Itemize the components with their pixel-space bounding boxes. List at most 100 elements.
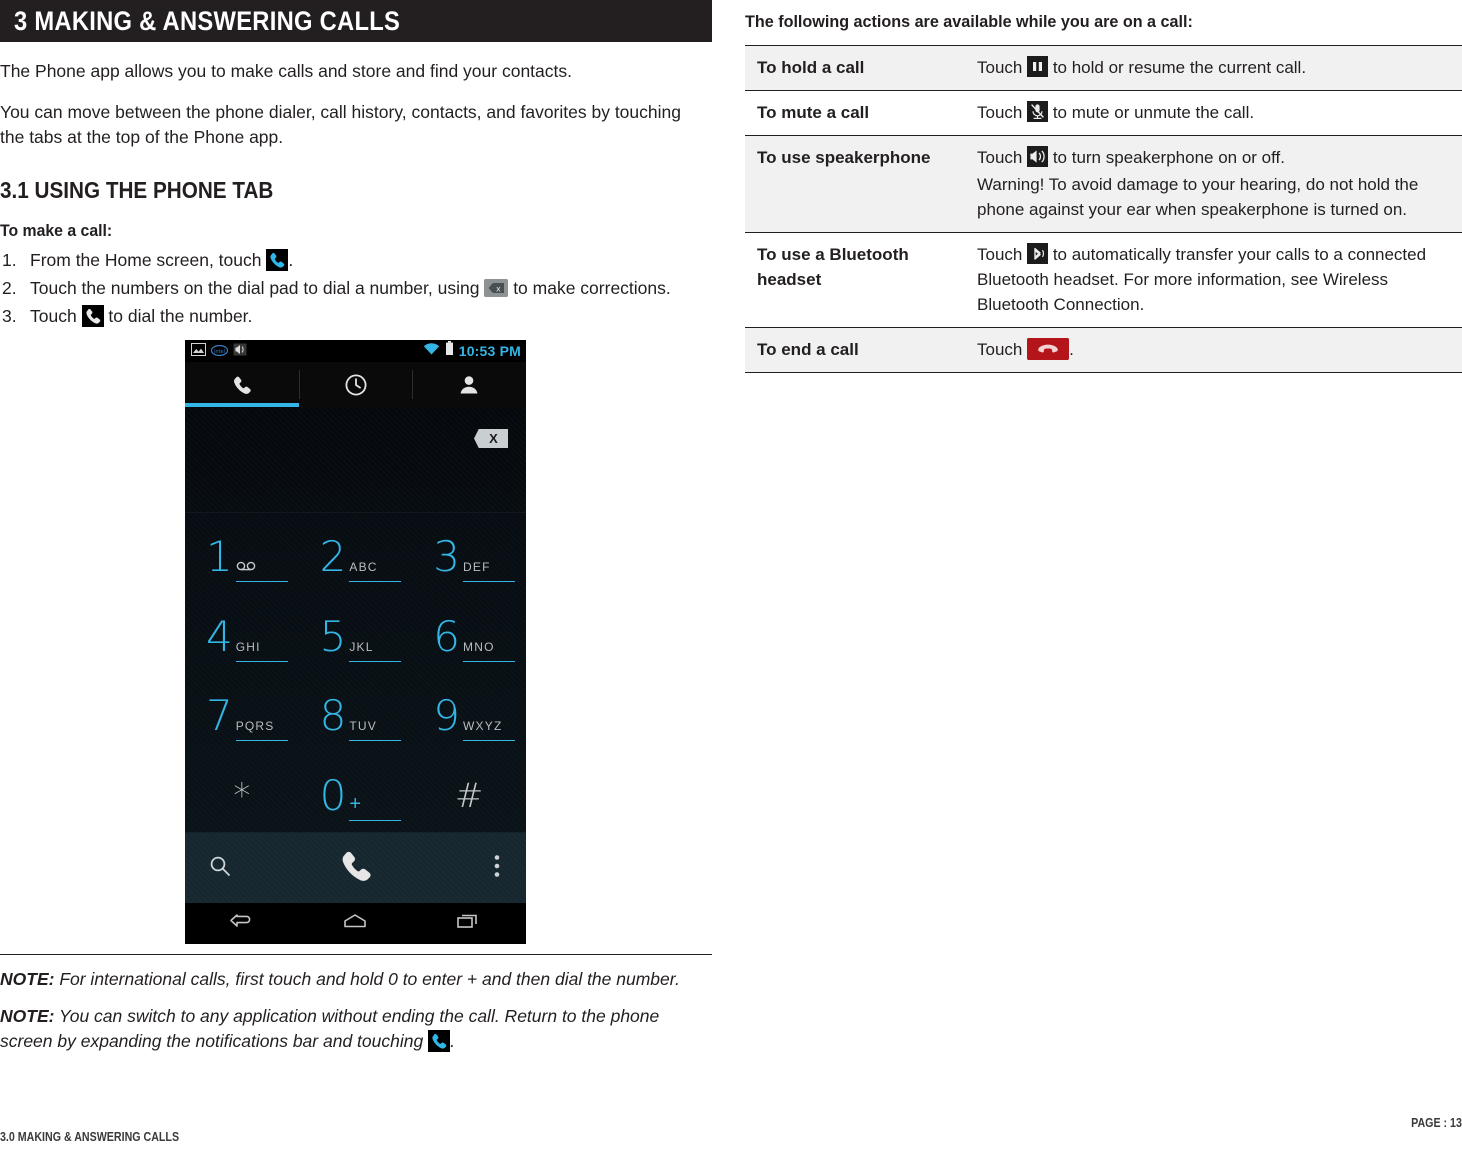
key-underline — [463, 740, 516, 742]
row-term: To hold a call — [745, 45, 977, 91]
row-term: To mute a call — [757, 103, 870, 122]
dial-key-7[interactable]: 7 PQRS — [185, 673, 299, 753]
key-underline — [349, 580, 402, 582]
dial-pad: 1 2 ABC 3 DEF 4 GHI 5 JKL 6 MNO 7 PQRS 8 TUV 9W… — [185, 513, 526, 833]
key-digit: 6 — [433, 611, 461, 661]
key-digit: 5 — [319, 611, 347, 661]
battery-icon — [445, 341, 454, 361]
step-text-after: . — [288, 250, 294, 270]
key-letters: GHI — [235, 639, 261, 654]
list-item: 1. From the Home screen, touch . — [0, 247, 700, 273]
key-subtext: TUV — [349, 719, 402, 742]
key-underline — [349, 820, 402, 822]
back-button-icon[interactable] — [227, 910, 257, 937]
row-term: To end a call — [745, 327, 977, 373]
step-number: 1. — [2, 250, 17, 270]
list-item: 3. Touch to dial the number. — [0, 303, 700, 329]
overflow-menu-icon[interactable] — [494, 854, 500, 883]
note-international: NOTE: For international calls, first tou… — [0, 967, 710, 992]
status-clock: 10:53 PM — [458, 342, 521, 359]
row-description: Touch . — [977, 327, 1462, 373]
dial-key-6[interactable]: 6 MNO — [412, 593, 526, 673]
key-digit: 9 — [433, 691, 461, 741]
footer-chapter-label: 3.0 MAKING & ANSWERING CALLS — [0, 1129, 180, 1144]
call-actions-table: To hold a call Touch to hold or resume t… — [745, 45, 1462, 373]
tab-phone[interactable] — [185, 362, 299, 407]
delete-key-icon[interactable]: X — [474, 429, 508, 448]
dial-key-hash[interactable]: # — [412, 752, 526, 832]
intel-badge-icon: intel — [210, 343, 229, 361]
number-entry-area[interactable]: X — [185, 407, 526, 513]
phone-tab-bar — [185, 362, 526, 407]
footer-page-number: PAGE : 13 — [1411, 1115, 1462, 1130]
key-digit: * — [233, 776, 251, 817]
note-text-after: . — [450, 1031, 455, 1051]
key-subtext: GHI — [235, 639, 288, 662]
note-label: NOTE: — [0, 1006, 55, 1026]
search-icon[interactable] — [207, 853, 233, 884]
row-description: Touch to hold or resume the current call… — [977, 45, 1462, 91]
screenshot-icon — [191, 343, 206, 361]
table-row: To mute a call Touch to mute or unmute t… — [745, 90, 1462, 136]
row-description: Touch to automatically transfer your cal… — [977, 233, 1462, 328]
bluetooth-icon — [1027, 243, 1049, 264]
dial-key-5[interactable]: 5 JKL — [299, 593, 413, 673]
document-page: 3 MAKING & ANSWERING CALLS The Phone app… — [0, 0, 1462, 1158]
dial-key-0[interactable]: 0 + — [299, 752, 413, 832]
dial-key-2[interactable]: 2 ABC — [299, 513, 413, 593]
line-after: to hold or resume the current call. — [1048, 58, 1307, 77]
table-row: To end a call Touch . — [745, 327, 1462, 373]
intro-paragraph-2: You can move between the phone dialer, c… — [0, 102, 681, 147]
row-warning: Warning! To avoid damage to your hearing… — [977, 175, 1419, 219]
steps-list: 1. From the Home screen, touch . 2. Touch … — [0, 247, 712, 329]
note-text-before: You can switch to any application withou… — [0, 1006, 660, 1051]
dial-key-3[interactable]: 3 DEF — [412, 513, 526, 593]
phone-handset-icon — [233, 376, 251, 394]
step-number: 2. — [2, 278, 17, 298]
row-line: Touch to automatically transfer your cal… — [977, 242, 1448, 317]
section-heading: 3.1 USING THE PHONE TAB — [0, 177, 274, 203]
backspace-key-icon: x — [484, 279, 509, 297]
dial-key-1[interactable]: 1 — [185, 513, 299, 593]
key-plus: + — [349, 793, 362, 816]
key-letters: MNO — [463, 639, 495, 654]
key-underline — [463, 580, 516, 582]
phone-action-bar — [185, 833, 526, 903]
key-subtext: WXYZ — [463, 719, 516, 742]
row-line: Touch . — [977, 337, 1448, 362]
row-term: To use speakerphone — [745, 135, 977, 233]
delete-key-label: X — [489, 431, 498, 446]
call-button-icon[interactable] — [334, 844, 378, 893]
home-button-icon[interactable] — [340, 910, 370, 937]
tab-call-history[interactable] — [298, 362, 413, 407]
sound-icon — [233, 343, 247, 361]
line-after: to mute or unmute the call. — [1048, 103, 1255, 122]
dial-key-9[interactable]: 9 WXYZ — [412, 673, 526, 753]
status-left-icons: intel — [191, 343, 247, 361]
status-right-group: 10:53 PM — [423, 341, 521, 361]
contact-person-icon — [460, 375, 478, 393]
list-item: 2. Touch the numbers on the dial pad to d… — [0, 275, 700, 301]
key-underline — [235, 660, 288, 662]
svg-text:x: x — [496, 285, 501, 294]
key-underline — [463, 660, 516, 662]
dial-key-star[interactable]: * — [185, 752, 299, 832]
recent-apps-button-icon[interactable] — [454, 910, 484, 937]
key-underline — [235, 740, 288, 742]
step-number: 3. — [2, 306, 17, 326]
table-row: To use speakerphone Touch to turn speake… — [745, 135, 1462, 233]
key-letters: DEF — [463, 559, 491, 574]
step-text-after: to make corrections. — [508, 278, 671, 298]
right-column: The following actions are available whil… — [745, 0, 1462, 373]
line-before: Touch — [977, 340, 1028, 359]
dial-key-8[interactable]: 8 TUV — [299, 673, 413, 753]
key-digit: # — [454, 776, 484, 817]
phone-handset-white-icon — [81, 305, 104, 327]
key-digit: 1 — [205, 531, 233, 581]
key-digit: 3 — [433, 531, 461, 581]
tab-contacts[interactable] — [412, 362, 526, 407]
notes-divider — [0, 954, 712, 955]
mute-microphone-icon — [1027, 101, 1049, 122]
dial-key-4[interactable]: 4 GHI — [185, 593, 299, 673]
to-make-a-call-label: To make a call: — [0, 221, 113, 240]
